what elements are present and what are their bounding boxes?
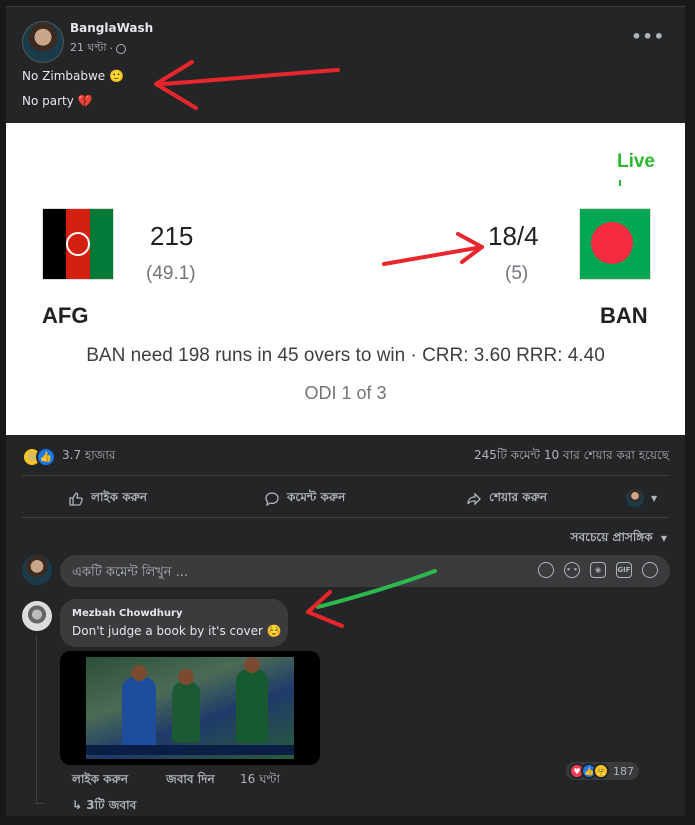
live-label: Live bbox=[616, 151, 655, 172]
comment-label: কমেন্ট করুন bbox=[287, 490, 346, 504]
thread-line bbox=[36, 803, 44, 804]
reaction-icons: ♥ 👍 🤗 bbox=[569, 763, 609, 779]
player-figure bbox=[172, 669, 200, 743]
comment-reply-button[interactable]: জবাব দিন bbox=[166, 771, 215, 791]
divider bbox=[22, 517, 669, 518]
comment-author-name[interactable]: Mezbah Chowdhury bbox=[72, 608, 182, 619]
video-frame bbox=[86, 657, 294, 759]
smiling-emoji-icon: ☺️ bbox=[266, 624, 282, 638]
avatar-sticker-icon[interactable] bbox=[538, 562, 554, 578]
comment-author-avatar[interactable] bbox=[22, 601, 52, 631]
care-reaction-icon: 🤗 bbox=[593, 763, 609, 779]
reply-arrow-icon: ↳ bbox=[72, 798, 83, 812]
more-options-button[interactable]: ••• bbox=[631, 27, 665, 46]
share-icon bbox=[467, 492, 481, 506]
smile-emoji-icon: 🙂 bbox=[109, 69, 124, 83]
profile-avatar-small bbox=[626, 489, 644, 507]
comment-text-body: Don't judge a book by it's cover bbox=[72, 624, 263, 638]
like-reaction-icon: 👍 bbox=[36, 447, 56, 467]
video-score-bar bbox=[86, 745, 294, 755]
afghanistan-flag-icon bbox=[42, 208, 114, 280]
post-text-line2: No party 💔 bbox=[22, 94, 93, 108]
comment-reactions[interactable]: ♥ 👍 🤗 187 bbox=[566, 762, 639, 780]
comment-sort-dropdown[interactable]: সবচেয়ে প্রাসঙ্গিক ▼ bbox=[571, 529, 667, 549]
view-replies-link[interactable]: ↳ 3টি জবাব bbox=[72, 797, 136, 817]
comment-time[interactable]: 16 ঘণ্টা bbox=[240, 771, 280, 791]
comment-placeholder: একটি কমেন্ট লিখুন ... bbox=[72, 565, 189, 580]
sticker-icon[interactable] bbox=[642, 562, 658, 578]
reaction-count: 3.7 হাজার bbox=[62, 448, 116, 462]
divider bbox=[22, 475, 669, 476]
gif-icon[interactable]: GIF bbox=[616, 562, 632, 578]
post-line1-text: No Zimbabwe bbox=[22, 69, 106, 83]
like-button[interactable]: লাইক করুন bbox=[68, 489, 147, 509]
player-figure bbox=[122, 665, 156, 751]
player-figure bbox=[236, 657, 268, 743]
share-label: শেয়ার করুন bbox=[489, 490, 548, 504]
comment-input[interactable]: একটি কমেন্ট লিখুন ... • • ◉ GIF bbox=[60, 555, 670, 587]
commenter-avatar[interactable] bbox=[22, 555, 52, 585]
caret-down-icon: ▼ bbox=[660, 534, 667, 543]
team1-runs: 215 bbox=[150, 221, 194, 251]
team1-overs: (49.1) bbox=[146, 263, 196, 284]
comment-tools: • • ◉ GIF bbox=[538, 562, 658, 578]
audience-selector[interactable]: ▼ bbox=[626, 489, 657, 507]
comment-bubble: Mezbah Chowdhury Don't judge a book by i… bbox=[60, 599, 288, 647]
post-meta: 21 ঘণ্টা · bbox=[70, 39, 127, 58]
replies-label: 3টি জবাব bbox=[86, 798, 137, 812]
camera-icon[interactable]: ◉ bbox=[590, 562, 606, 578]
team2-name: BAN bbox=[600, 303, 648, 328]
like-label: লাইক করুন bbox=[91, 490, 148, 504]
comment-text: Don't judge a book by it's cover ☺️ bbox=[72, 624, 282, 638]
post-text-line1: No Zimbabwe 🙂 bbox=[22, 69, 124, 83]
globe-icon bbox=[116, 43, 127, 54]
team2-overs: (5) bbox=[505, 263, 529, 284]
comment-reaction-count: 187 bbox=[613, 764, 634, 778]
comment-video-thumbnail[interactable] bbox=[60, 651, 320, 765]
series-info: ODI 1 of 3 bbox=[304, 383, 387, 403]
reaction-summary[interactable]: 😆 👍 3.7 হাজার bbox=[22, 447, 116, 467]
comment-icon bbox=[265, 492, 279, 507]
share-button[interactable]: শেয়ার করুন bbox=[466, 489, 547, 509]
team2-runs: 18/4 bbox=[488, 221, 539, 251]
broken-heart-emoji-icon: 💔 bbox=[77, 94, 93, 108]
caret-down-icon: ▼ bbox=[651, 493, 658, 503]
meta-separator: · bbox=[109, 42, 114, 55]
post-line2-text: No party bbox=[22, 94, 74, 108]
team1-name: AFG bbox=[42, 303, 89, 328]
comment-button[interactable]: কমেন্ট করুন bbox=[264, 489, 345, 509]
bangladesh-flag-icon bbox=[579, 208, 651, 280]
post-stats[interactable]: 245টি কমেন্ট 10 বার শেয়ার করা হয়েছে bbox=[474, 447, 669, 467]
author-name[interactable]: BanglaWash bbox=[70, 21, 153, 35]
author-avatar[interactable] bbox=[22, 21, 64, 63]
emoji-icon[interactable]: • • bbox=[564, 562, 580, 578]
sort-label: সবচেয়ে প্রাসঙ্গিক bbox=[570, 530, 653, 544]
scorecard-image[interactable]: Live 215 (49.1) AFG 18/4 (5) BAN BAN nee… bbox=[6, 123, 685, 435]
match-status: BAN need 198 runs in 45 overs to win · C… bbox=[86, 345, 605, 366]
post-time[interactable]: 21 ঘণ্টা bbox=[70, 39, 107, 58]
comment-like-button[interactable]: লাইক করুন bbox=[72, 771, 128, 791]
post-card: BanglaWash 21 ঘণ্টা · ••• No Zimbabwe 🙂 … bbox=[6, 6, 685, 816]
live-indicator bbox=[619, 180, 621, 186]
thumbs-up-icon bbox=[69, 492, 83, 506]
thread-line bbox=[36, 635, 37, 803]
